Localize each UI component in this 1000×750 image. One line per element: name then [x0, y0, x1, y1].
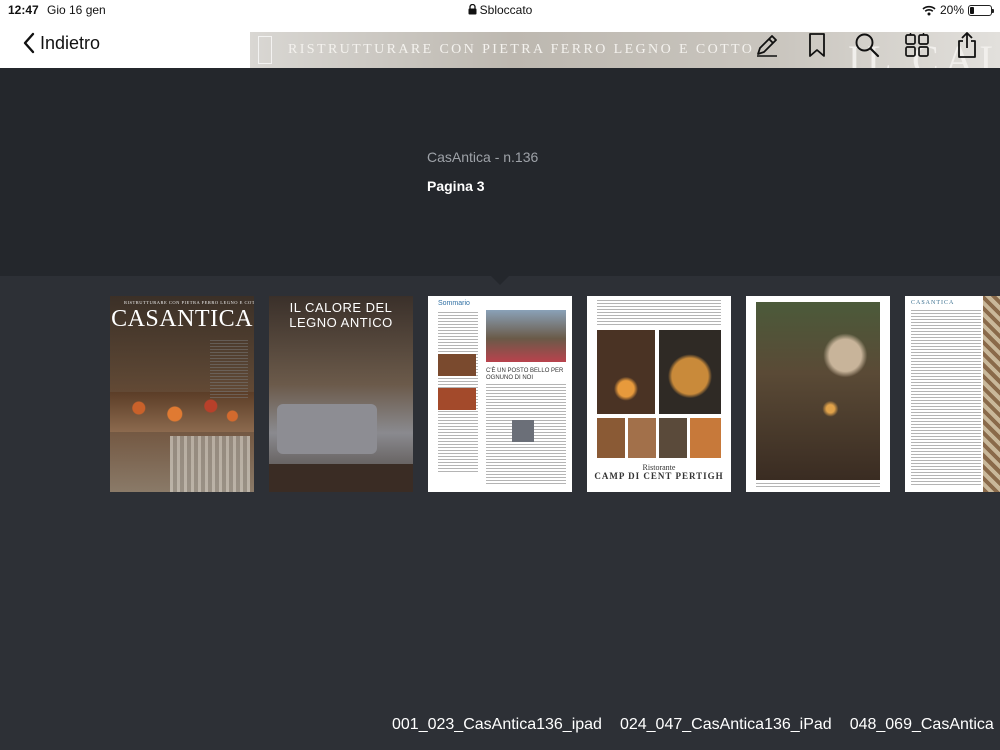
bookmark-icon[interactable] — [802, 30, 832, 60]
toc-photo-2 — [438, 388, 476, 410]
editor-portrait — [512, 420, 534, 442]
sommario-label: Sommario — [438, 300, 470, 307]
restaurant-photo-2 — [659, 330, 721, 414]
banner-logo-mark — [258, 36, 272, 64]
ad-footer — [269, 464, 413, 492]
page6-next-spread — [983, 296, 1000, 492]
cover-tagline: RISTRUTTURARE CON PIETRA FERRO LEGNO E C… — [124, 300, 254, 305]
cover-masthead: CASANTICA — [111, 306, 253, 332]
page6-text-lines — [911, 310, 981, 486]
back-button[interactable]: Indietro — [22, 32, 100, 54]
page6-masthead: CASANTICA — [911, 300, 955, 306]
page-thumbnail-5[interactable] — [746, 296, 890, 492]
document-title: CasAntica - n.136 — [427, 149, 539, 165]
page-thumbnail-4[interactable]: Ristorante CAMP DI CENT PERTIGH — [587, 296, 731, 492]
chevron-left-icon — [23, 32, 35, 54]
restaurant-header-lines — [597, 300, 721, 326]
editorial-photo — [486, 310, 566, 362]
page-thumbnail-2[interactable]: IL CALORE DEL LEGNO ANTICO — [269, 296, 413, 492]
battery-fill — [970, 6, 974, 14]
ad-heading: IL CALORE DEL LEGNO ANTICO — [289, 300, 393, 330]
battery-icon — [968, 4, 994, 16]
file-item-3[interactable]: 048_069_CasAntica — [850, 716, 994, 734]
document-info-panel — [0, 68, 1000, 276]
current-page-pointer — [491, 276, 509, 285]
cover-photo-chair — [170, 436, 250, 492]
restaurant-title: CAMP DI CENT PERTIGH — [594, 471, 724, 481]
battery-percent: 20% — [939, 3, 964, 17]
file-list: 001_023_CasAntica136_ipad 024_047_CasAnt… — [392, 716, 994, 734]
toolbar-icons — [752, 30, 982, 60]
lock-status: Sbloccato — [479, 3, 533, 17]
restaurant-photo-6 — [690, 418, 721, 458]
restaurant-photo-3 — [597, 418, 625, 458]
page-thumbnail-3[interactable]: Sommario C'È UN POSTO BELLO PER OGNUNO D… — [428, 296, 572, 492]
grid-icon[interactable] — [902, 30, 932, 60]
share-icon[interactable] — [952, 30, 982, 60]
restaurant-name: Ristorante CAMP DI CENT PERTIGH — [587, 464, 731, 481]
annotate-icon[interactable] — [752, 30, 782, 60]
restaurant-photo-5 — [659, 418, 687, 458]
wifi-icon — [922, 5, 936, 15]
status-bar: 12:47 Gio 16 gen Sbloccato 20% — [0, 0, 1000, 20]
file-item-1[interactable]: 001_023_CasAntica136_ipad — [392, 716, 602, 734]
restaurant-photo-4 — [628, 418, 656, 458]
page-thumbnail-6[interactable]: CASANTICA — [905, 296, 1000, 492]
interior-photo — [756, 302, 880, 480]
file-item-2[interactable]: 024_047_CasAntica136_iPad — [620, 716, 832, 734]
toc-photo-1 — [438, 354, 476, 376]
page-thumbnail-1[interactable]: RISTRUTTURARE CON PIETRA FERRO LEGNO E C… — [110, 296, 254, 492]
back-label: Indietro — [40, 32, 101, 53]
search-icon[interactable] — [852, 30, 882, 60]
lock-icon — [468, 4, 477, 15]
restaurant-photo-1 — [597, 330, 655, 414]
editorial-headline: C'È UN POSTO BELLO PER OGNUNO DI NOI — [486, 368, 564, 381]
current-page-label: Pagina 3 — [427, 178, 485, 194]
ad-photo — [277, 404, 377, 454]
caption-line — [756, 483, 880, 487]
banner-text: RISTRUTTURARE CON PIETRA FERRO LEGNO E C… — [288, 42, 755, 57]
cover-text-lines — [210, 340, 248, 400]
top-bar: 12:47 Gio 16 gen Sbloccato 20% RISTRUTTU… — [0, 0, 1000, 68]
